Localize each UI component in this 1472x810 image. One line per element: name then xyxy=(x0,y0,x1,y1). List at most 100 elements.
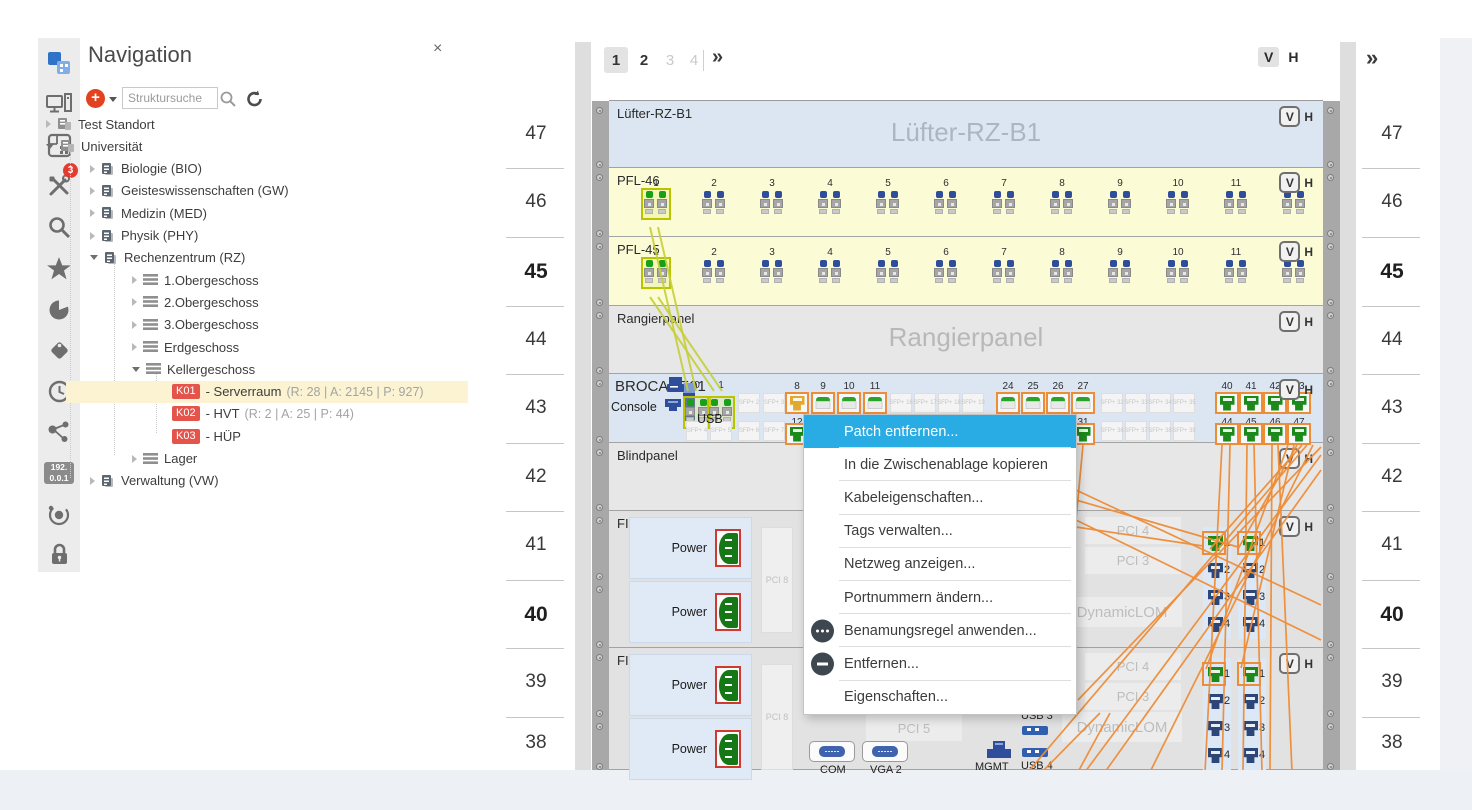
switch-port-46[interactable] xyxy=(1263,423,1287,445)
page-tab-1[interactable]: 1 xyxy=(604,47,628,73)
power-supply-block[interactable]: Power xyxy=(629,517,752,579)
switch-port-11[interactable] xyxy=(863,392,887,414)
pfl-port-11[interactable] xyxy=(1224,260,1247,283)
switch-port-25[interactable] xyxy=(1021,392,1045,414)
expand-arrow-icon[interactable] xyxy=(90,209,95,217)
pfl-port-7[interactable] xyxy=(992,191,1015,214)
tree-item[interactable]: Test Standort xyxy=(46,113,163,135)
pfl-port-9[interactable] xyxy=(1108,191,1131,214)
switch-port-45[interactable] xyxy=(1239,423,1263,445)
pfl-port-7[interactable] xyxy=(992,260,1015,283)
sfp-port[interactable]: SFP+ 2 xyxy=(738,393,760,413)
pfl-port-12[interactable] xyxy=(1282,260,1305,283)
tree-item[interactable]: Erdgeschoss xyxy=(132,336,247,358)
nic-port-3[interactable] xyxy=(1241,719,1260,738)
pfl-port-5[interactable] xyxy=(876,191,899,214)
tree-item[interactable]: Universität xyxy=(46,135,150,157)
pfl-port-2[interactable] xyxy=(702,191,725,214)
unit-horizontal-button[interactable]: H xyxy=(1304,110,1313,124)
nic-port-4[interactable] xyxy=(1206,615,1225,634)
sfp-port[interactable]: SFP+ 36 xyxy=(1101,421,1123,441)
unit-vertical-button[interactable]: V xyxy=(1279,311,1300,332)
menu-item[interactable]: Entfernen... xyxy=(804,647,1076,680)
menu-item[interactable]: Kabeleigenschaften... xyxy=(804,481,1076,514)
unit-horizontal-button[interactable]: H xyxy=(1304,520,1313,534)
vga-port-icon[interactable] xyxy=(862,741,908,762)
menu-item[interactable]: Portnummern ändern... xyxy=(804,581,1076,614)
tree-item[interactable]: 1.Obergeschoss xyxy=(132,269,267,291)
pfl-port-4[interactable] xyxy=(818,260,841,283)
tree-item[interactable]: Rechenzentrum (RZ) xyxy=(90,247,253,269)
pfl-port-8[interactable] xyxy=(1050,191,1073,214)
menu-item[interactable]: In die Zwischenablage kopieren xyxy=(804,448,1076,481)
nic-port-4[interactable] xyxy=(1206,746,1225,765)
close-icon[interactable]: × xyxy=(433,40,442,58)
search-icon[interactable] xyxy=(38,208,80,246)
nic-port-3[interactable] xyxy=(1206,588,1225,607)
sfp-port[interactable]: SFP+ 39 xyxy=(1173,421,1195,441)
power-supply-block[interactable]: Power xyxy=(629,654,752,716)
structure-search-input[interactable] xyxy=(122,87,218,109)
hierarchy-icon[interactable] xyxy=(38,44,80,82)
unit-vertical-button[interactable]: V xyxy=(1279,172,1300,193)
unit-horizontal-button[interactable]: H xyxy=(1304,245,1313,259)
nic-port-4[interactable] xyxy=(1241,615,1260,634)
pfl-port-3[interactable] xyxy=(760,260,783,283)
switch-port-8[interactable] xyxy=(785,392,809,414)
switch-port-40[interactable] xyxy=(1215,392,1239,414)
switch-port-27[interactable] xyxy=(1071,392,1095,414)
unit-vertical-button[interactable]: V xyxy=(1279,653,1300,674)
switch-port-47[interactable] xyxy=(1287,423,1311,445)
collapse-arrow-icon[interactable] xyxy=(132,367,140,372)
sfp-port[interactable]: SFP+ 7 xyxy=(763,421,785,441)
pfl-port-10[interactable] xyxy=(1166,191,1189,214)
switch-port-44[interactable] xyxy=(1215,423,1239,445)
menu-item[interactable]: Benamungsregel anwenden... xyxy=(804,614,1076,647)
pfl-port-1[interactable] xyxy=(644,191,667,214)
pfl-port-5[interactable] xyxy=(876,260,899,283)
scan-icon[interactable] xyxy=(38,495,80,533)
pfl-port-3[interactable] xyxy=(760,191,783,214)
console-port-icon[interactable] xyxy=(664,398,682,413)
pfl-port-1[interactable] xyxy=(644,260,667,283)
tree-item-k03[interactable]: K03- HÜP xyxy=(172,425,249,447)
collapse-arrow-icon[interactable] xyxy=(46,144,54,149)
expand-arrow-icon[interactable] xyxy=(90,187,95,195)
pfl-port-4[interactable] xyxy=(818,191,841,214)
nic-port-3[interactable] xyxy=(1241,588,1260,607)
add-dropdown-caret[interactable] xyxy=(109,97,117,102)
page-tab-3[interactable]: 3 xyxy=(658,47,682,73)
mgmt-port-icon[interactable] xyxy=(985,740,1013,760)
nic-port-2[interactable] xyxy=(1241,692,1260,711)
switch-port-9[interactable] xyxy=(811,392,835,414)
power-supply-block[interactable]: Power xyxy=(629,718,752,780)
reset-search-icon[interactable] xyxy=(245,89,265,109)
tools-icon[interactable]: 3 xyxy=(38,167,80,205)
orientation-horizontal-button[interactable]: H xyxy=(1288,49,1298,65)
sfp-port[interactable]: SFP+ 3 xyxy=(763,393,785,413)
pfl-port-10[interactable] xyxy=(1166,260,1189,283)
rack-unit-44[interactable]: RangierpanelVHRangierpanel xyxy=(609,306,1323,374)
orientation-vertical-button[interactable]: V xyxy=(1258,47,1279,67)
page-tab-2[interactable]: 2 xyxy=(632,47,656,73)
pie-chart-icon[interactable] xyxy=(38,290,80,328)
menu-item[interactable]: Netzweg anzeigen... xyxy=(804,548,1076,581)
expand-arrow-icon[interactable] xyxy=(90,165,95,173)
collapse-arrow-icon[interactable] xyxy=(90,255,98,260)
tree-item[interactable]: Biologie (BIO) xyxy=(90,158,210,180)
nic-port-3[interactable] xyxy=(1206,719,1225,738)
unit-vertical-button[interactable]: V xyxy=(1279,241,1300,262)
tree-item[interactable]: 2.Obergeschoss xyxy=(132,291,267,313)
sfp-port[interactable]: SFP+ 6 xyxy=(738,421,760,441)
switch-port-41[interactable] xyxy=(1239,392,1263,414)
tree-item[interactable]: Verwaltung (VW) xyxy=(90,470,227,492)
favorites-icon[interactable] xyxy=(38,249,80,287)
expand-arrow-icon[interactable] xyxy=(90,232,95,240)
switch-port-26[interactable] xyxy=(1046,392,1070,414)
sfp-port[interactable]: SFP+ 35 xyxy=(1173,393,1195,413)
sfp-port[interactable]: SFP+ 19 xyxy=(962,393,984,413)
unit-horizontal-button[interactable]: H xyxy=(1304,315,1313,329)
sfp-port[interactable]: SFP+ 33 xyxy=(1125,393,1147,413)
tree-item[interactable]: Geisteswissenschaften (GW) xyxy=(90,180,297,202)
power-supply-block[interactable]: Power xyxy=(629,581,752,643)
